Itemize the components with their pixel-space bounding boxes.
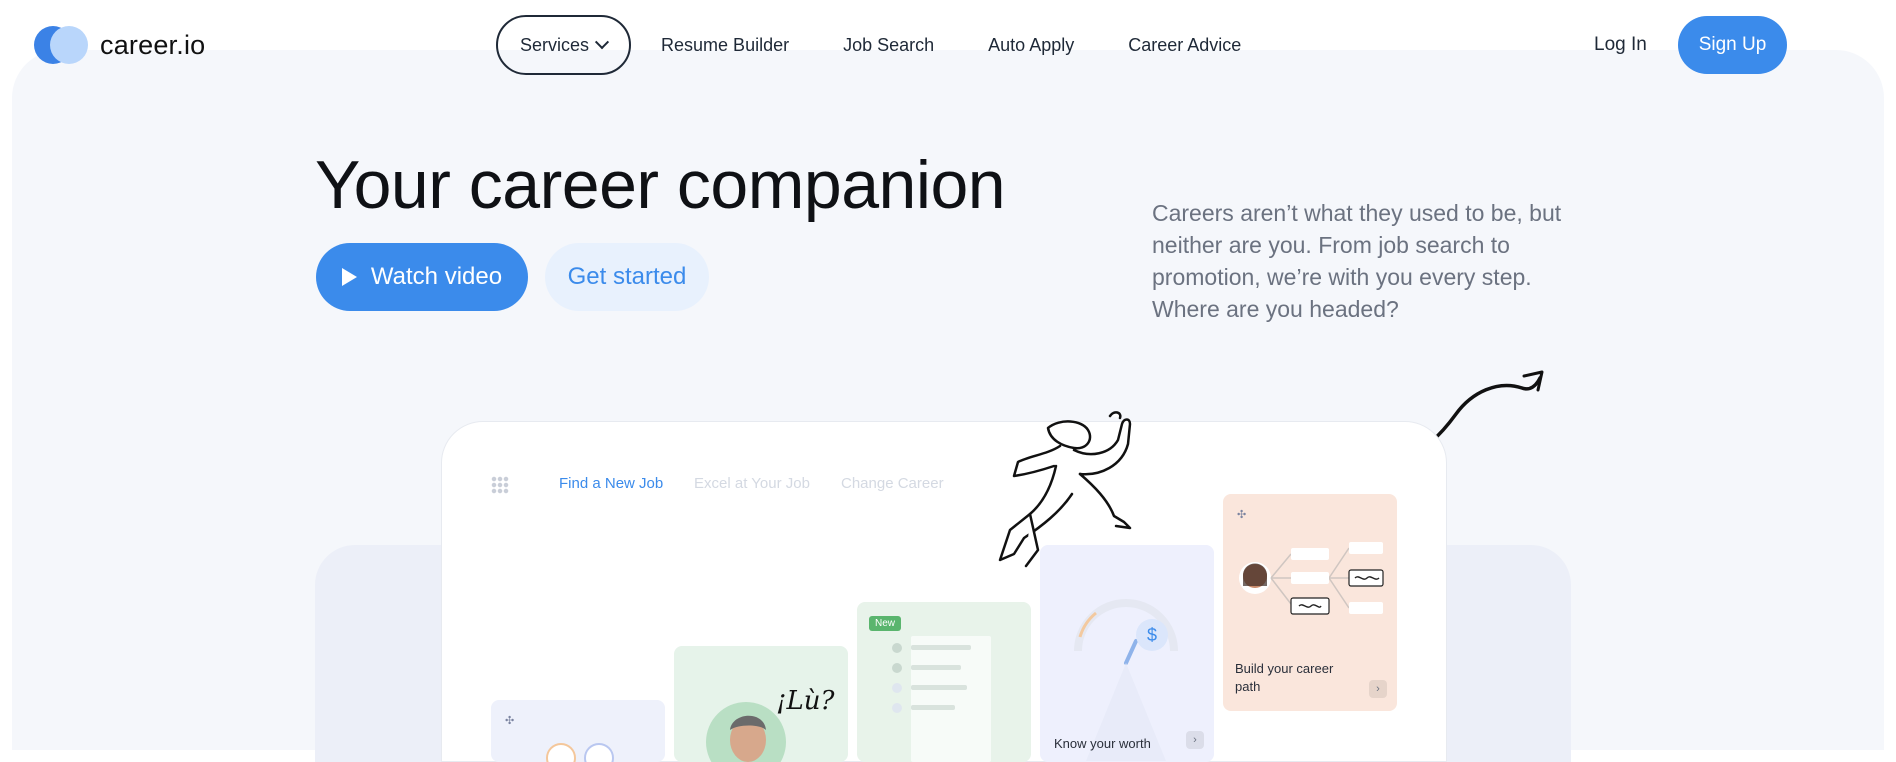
speech-text: ¡Lù? (776, 686, 835, 716)
nav-resume-builder[interactable]: Resume Builder (661, 35, 789, 56)
watch-video-button[interactable]: Watch video (316, 243, 528, 311)
feature-tile-3[interactable]: New (857, 602, 1031, 762)
feature-tile-4[interactable]: $ Know your worth › (1040, 545, 1214, 762)
career-path-label: Build your career path (1235, 661, 1334, 694)
main-nav: Services Resume Builder Job Search Auto … (496, 15, 1295, 75)
brand-logo[interactable]: career.io (34, 26, 205, 64)
worth-label: Know your worth (1054, 736, 1151, 751)
arrow-right-icon[interactable]: › (1369, 680, 1387, 698)
career-path-diagram (1239, 542, 1384, 615)
arrow-right-icon[interactable]: › (1186, 731, 1204, 749)
new-badge: New (869, 616, 902, 631)
hero-description: Careers aren’t what they used to be, but… (1152, 200, 1562, 322)
nav-services-dropdown[interactable]: Services (496, 15, 632, 75)
login-link[interactable]: Log In (1594, 34, 1647, 56)
feature-tile-5[interactable]: ✣ Build your career path › (1223, 494, 1397, 711)
checklist-icon (892, 636, 991, 762)
grid-icon[interactable] (491, 476, 509, 494)
brand-name: career.io (100, 29, 206, 60)
signup-button[interactable]: Sign Up (1678, 16, 1787, 74)
watch-video-label: Watch video (370, 263, 503, 290)
nav-auto-apply[interactable]: Auto Apply (988, 35, 1074, 56)
sparkle-icon: ✣ (1237, 509, 1247, 521)
logo-icon (34, 26, 88, 64)
sparkle-icon: ✣ (505, 715, 515, 727)
gauge-icon (546, 743, 614, 762)
hero-title: Your career companion (315, 147, 1006, 223)
salary-gauge-icon: $ (1074, 599, 1178, 761)
svg-text:$: $ (1147, 625, 1157, 645)
tab-excel-at-job[interactable]: Excel at Your Job (694, 475, 810, 492)
tab-change-career[interactable]: Change Career (841, 475, 944, 492)
chevron-down-icon (594, 35, 610, 50)
nav-career-advice[interactable]: Career Advice (1128, 35, 1241, 56)
tab-find-new-job[interactable]: Find a New Job (559, 475, 663, 492)
get-started-button[interactable]: Get started (545, 243, 709, 311)
nav-job-search[interactable]: Job Search (843, 35, 934, 56)
feature-tile-2[interactable]: ¡Lù? (674, 646, 848, 762)
feature-tile-1[interactable]: ✣ (491, 700, 665, 762)
play-icon (341, 268, 357, 286)
nav-services-label: Services (520, 34, 590, 55)
